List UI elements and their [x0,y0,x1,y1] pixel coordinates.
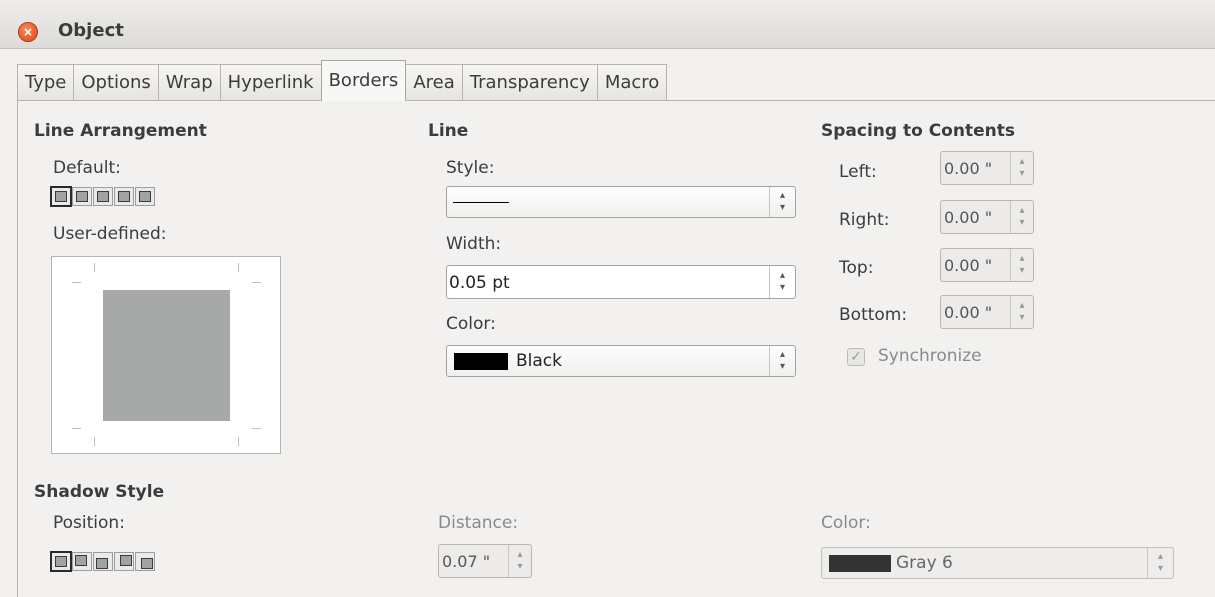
spacing-right-label: Right: [839,210,890,230]
spacing-bottom-field[interactable]: 0.00 " ▴ ▾ [940,295,1034,329]
shadow-distance-value: 0.07 " [442,552,491,571]
spacing-top-field[interactable]: 0.00 " ▴ ▾ [940,248,1034,282]
tab-borders[interactable]: Borders [320,60,407,101]
shadow-color-swatch [829,555,891,572]
spacing-left-label: Left: [839,162,877,182]
preset-all-borders[interactable] [72,187,92,206]
synchronize-label: Synchronize [878,346,982,366]
spacing-top-label: Top: [839,258,874,278]
spacing-heading: Spacing to Contents [821,121,1015,141]
shadow-none[interactable] [50,551,72,572]
spin-icon[interactable]: ▴ ▾ [1010,249,1033,281]
tab-bar: Type Options Wrap Hyperlink Borders Area… [17,60,668,101]
shadow-bottom-right[interactable] [72,552,92,571]
title-bar: × Object [0,0,1215,49]
line-heading: Line [428,121,469,141]
user-defined-label: User-defined: [53,224,167,244]
shadow-bottom-left[interactable] [114,552,134,571]
chevron-updown-icon: ▴ ▾ [1147,548,1173,578]
tab-hyperlink[interactable]: Hyperlink [219,64,322,101]
line-arrangement-heading: Line Arrangement [34,121,207,141]
tab-transparency[interactable]: Transparency [461,64,598,101]
spacing-bottom-value: 0.00 " [944,303,993,322]
line-width-value: 0.05 pt [449,273,510,293]
shadow-color-label: Color: [821,513,871,533]
dialog-title: Object [58,20,124,41]
spin-icon[interactable]: ▴ ▾ [1010,296,1033,328]
line-color-value: Black [516,351,562,371]
line-color-select[interactable]: Black ▴ ▾ [446,345,796,377]
spin-icon[interactable]: ▴ ▾ [769,266,795,298]
shadow-color-value: Gray 6 [896,553,953,573]
tab-area[interactable]: Area [405,64,463,101]
shadow-top-left[interactable] [135,552,155,571]
color-label: Color: [446,314,496,334]
tab-wrap[interactable]: Wrap [157,64,221,101]
tab-type[interactable]: Type [17,64,75,101]
line-style-preview [453,202,509,203]
user-defined-border-preview[interactable] [51,256,281,454]
preset-left-right[interactable] [93,187,113,206]
spin-icon[interactable]: ▴ ▾ [508,545,531,577]
spacing-right-value: 0.00 " [944,208,993,227]
shadow-position-presets [50,551,156,572]
spacing-bottom-label: Bottom: [839,305,908,325]
shadow-distance-field[interactable]: 0.07 " ▴ ▾ [438,544,532,578]
close-icon[interactable]: × [18,22,38,42]
synchronize-checkbox[interactable]: ✓ [847,348,865,366]
chevron-updown-icon: ▴ ▾ [769,187,795,217]
shadow-heading: Shadow Style [34,482,165,502]
line-style-select[interactable]: ▴ ▾ [446,186,796,218]
chevron-updown-icon: ▴ ▾ [769,346,795,376]
preset-none[interactable] [50,186,72,207]
preview-square [103,290,230,421]
spacing-left-value: 0.00 " [944,159,993,178]
default-label: Default: [53,158,121,178]
shadow-color-select[interactable]: Gray 6 ▴ ▾ [821,547,1174,579]
line-width-field[interactable]: 0.05 pt ▴ ▾ [446,265,796,299]
preset-left[interactable] [135,187,155,206]
style-label: Style: [446,158,495,178]
spacing-left-field[interactable]: 0.00 " ▴ ▾ [940,151,1034,185]
spin-icon[interactable]: ▴ ▾ [1010,152,1033,184]
default-presets [50,186,156,207]
spin-icon[interactable]: ▴ ▾ [1010,201,1033,233]
spacing-top-value: 0.00 " [944,256,993,275]
preset-top-bottom[interactable] [114,187,134,206]
tab-macro[interactable]: Macro [596,64,668,101]
spacing-right-field[interactable]: 0.00 " ▴ ▾ [940,200,1034,234]
shadow-distance-label: Distance: [438,513,519,533]
shadow-position-label: Position: [53,513,125,533]
color-swatch [454,353,508,370]
tab-options[interactable]: Options [73,64,159,101]
borders-panel: Line Arrangement Default: User-defined: … [17,100,1215,597]
width-label: Width: [446,234,502,254]
shadow-top-right[interactable] [93,552,113,571]
